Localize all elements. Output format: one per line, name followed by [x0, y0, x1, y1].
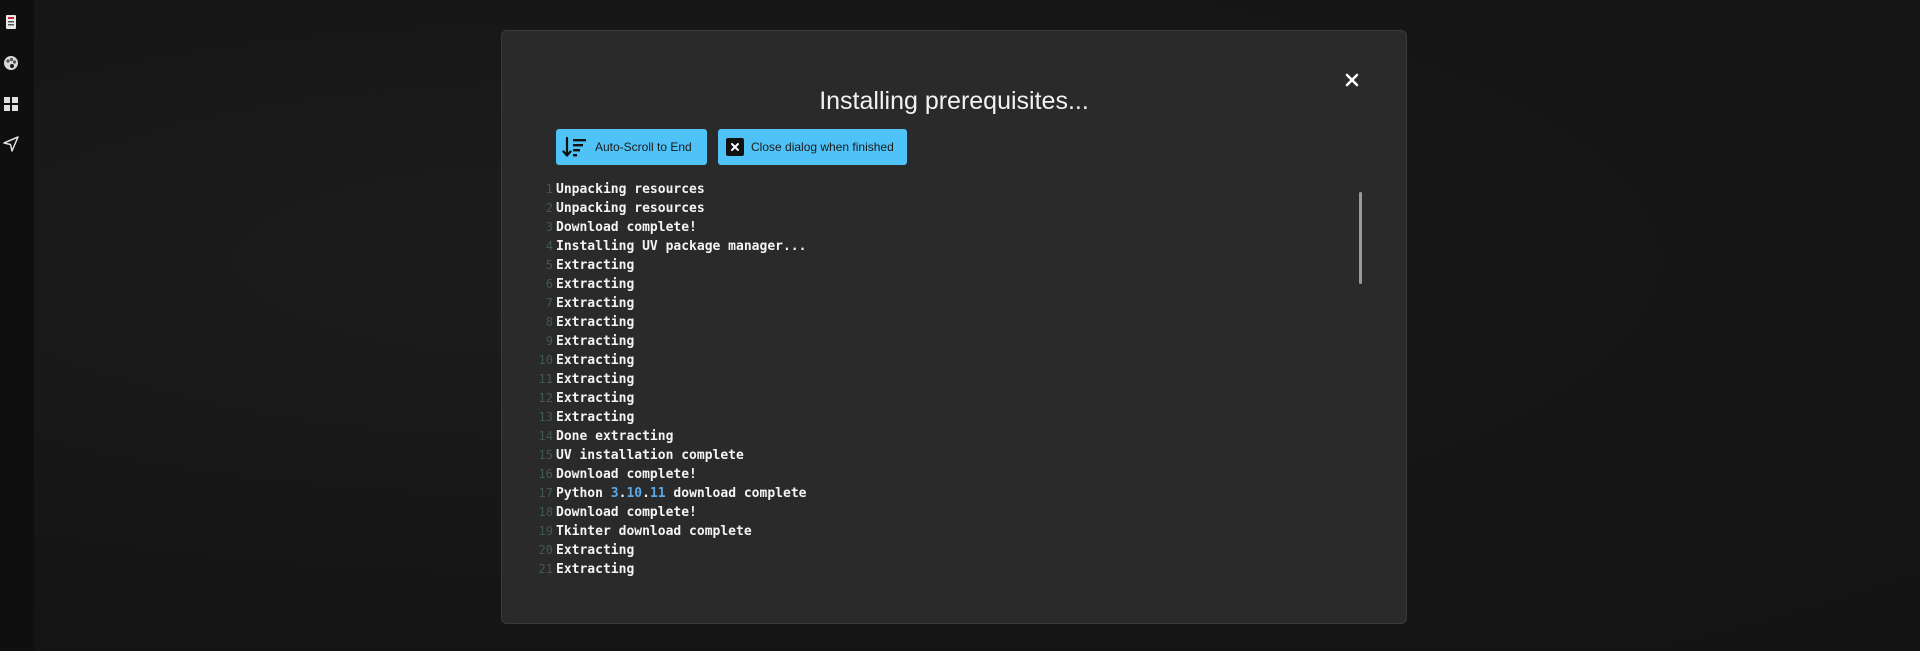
log-line: 5 Extracting [536, 256, 1336, 275]
log-text: Extracting [556, 277, 635, 292]
log-line: 15 UV installation complete [536, 446, 1336, 465]
log-line: 11 Extracting [536, 370, 1336, 389]
log-line: 13 Extracting [536, 408, 1336, 427]
close-button[interactable] [1341, 69, 1363, 91]
line-number: 9 [545, 334, 553, 348]
log-line: 16 Download complete! [536, 465, 1336, 484]
line-number: 2 [545, 201, 553, 215]
log-text: Extracting [556, 258, 635, 273]
log-scrollbar[interactable] [1359, 192, 1362, 284]
log-text: Unpacking resources [556, 182, 705, 197]
line-number: 3 [545, 220, 553, 234]
line-number: 6 [545, 277, 553, 291]
line-number: 18 [538, 505, 553, 519]
log-text: Done extracting [556, 429, 674, 444]
notebook-icon[interactable] [0, 11, 22, 33]
close-icon [1345, 73, 1359, 87]
log-text: Extracting [556, 562, 635, 577]
log-line: 14 Done extracting [536, 427, 1336, 446]
auto-scroll-label: Auto-Scroll to End [595, 140, 692, 154]
auto-scroll-button[interactable]: Auto-Scroll to End [556, 129, 707, 165]
line-number: 1 [545, 182, 553, 196]
log-text: Download complete! [556, 505, 697, 520]
log-text: Extracting [556, 543, 635, 558]
log-line: 18 Download complete! [536, 503, 1336, 522]
dialog-title: Installing prerequisites... [819, 87, 1089, 115]
line-number: 14 [538, 429, 553, 443]
install-log[interactable]: 1 Unpacking resources 2 Unpacking resources… [536, 180, 1336, 579]
line-number: 19 [538, 524, 553, 538]
close-when-finished-toggle[interactable]: Close dialog when finished [718, 129, 907, 165]
log-line: 3 Download complete! [536, 218, 1336, 237]
log-line: 12 Extracting [536, 389, 1336, 408]
log-line: 1 Unpacking resources [536, 180, 1336, 199]
sidebar [0, 0, 34, 651]
checkbox-x-icon [726, 138, 744, 156]
log-text: Tkinter download complete [556, 524, 752, 539]
log-text: Extracting [556, 296, 635, 311]
palette-icon[interactable] [0, 52, 22, 74]
line-number: 17 [538, 486, 553, 500]
log-text: Python 3.10.11 download complete [556, 486, 807, 501]
log-line: 10 Extracting [536, 351, 1336, 370]
line-number: 16 [538, 467, 553, 481]
line-number: 11 [538, 372, 553, 386]
log-line: 20 Extracting [536, 541, 1336, 560]
line-number: 4 [545, 239, 553, 253]
line-number: 10 [538, 353, 553, 367]
line-number: 5 [545, 258, 553, 272]
log-line: 8 Extracting [536, 313, 1336, 332]
line-number: 13 [538, 410, 553, 424]
log-text: UV installation complete [556, 448, 744, 463]
log-line: 2 Unpacking resources [536, 199, 1336, 218]
app-window: Installing prerequisites... Auto-Scroll … [0, 0, 1920, 651]
log-line: 9 Extracting [536, 332, 1336, 351]
line-number: 15 [538, 448, 553, 462]
log-text: Extracting [556, 391, 635, 406]
install-dialog: Installing prerequisites... Auto-Scroll … [501, 30, 1407, 624]
log-text: Extracting [556, 410, 635, 425]
log-text: Extracting [556, 353, 635, 368]
line-number: 12 [538, 391, 553, 405]
log-text: Extracting [556, 315, 635, 330]
log-line: 19 Tkinter download complete [536, 522, 1336, 541]
log-text: Download complete! [556, 220, 697, 235]
close-when-finished-label: Close dialog when finished [751, 140, 894, 154]
log-line: 17 Python 3.10.11 download complete [536, 484, 1336, 503]
log-line: 7 Extracting [536, 294, 1336, 313]
line-number: 8 [545, 315, 553, 329]
log-text: Installing UV package manager... [556, 239, 807, 254]
sort-descending-icon [562, 136, 586, 157]
line-number: 21 [538, 562, 553, 576]
log-line: 4 Installing UV package manager... [536, 237, 1336, 256]
log-text: Unpacking resources [556, 201, 705, 216]
line-number: 20 [538, 543, 553, 557]
log-text: Extracting [556, 372, 635, 387]
log-line: 21 Extracting [536, 560, 1336, 579]
log-line: 6 Extracting [536, 275, 1336, 294]
line-number: 7 [545, 296, 553, 310]
grid-icon[interactable] [0, 93, 22, 115]
log-text: Extracting [556, 334, 635, 349]
send-icon[interactable] [0, 133, 22, 155]
log-text: Download complete! [556, 467, 697, 482]
